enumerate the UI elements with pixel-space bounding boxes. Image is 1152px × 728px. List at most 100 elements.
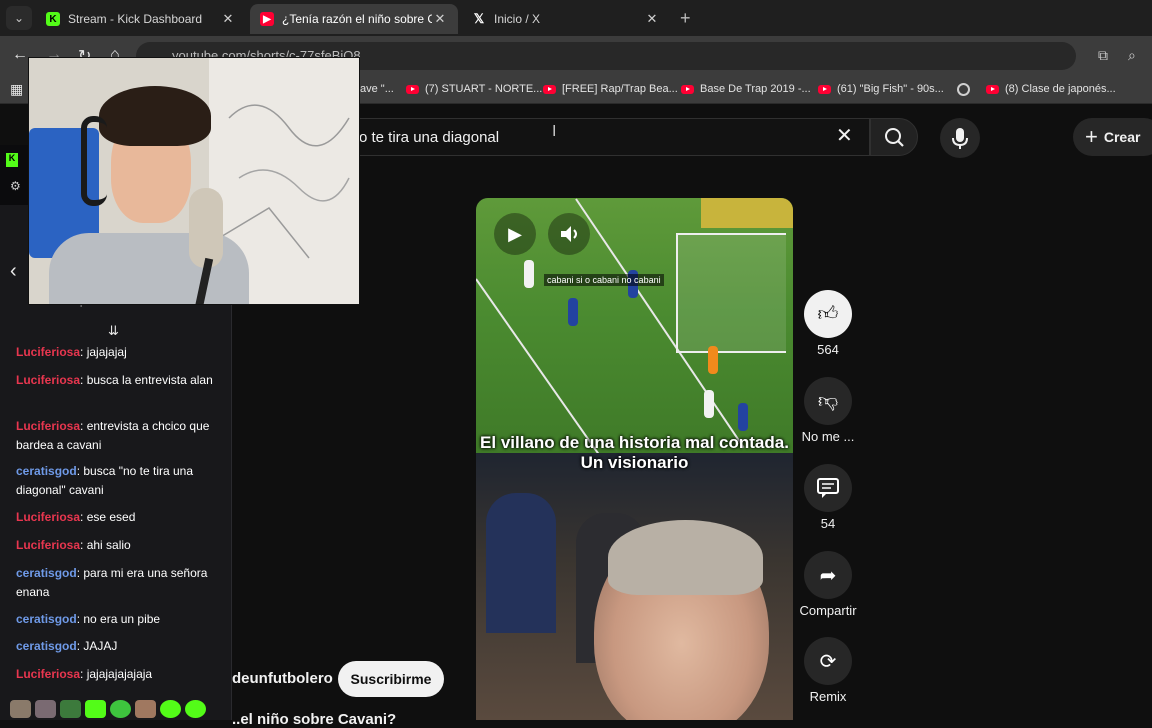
goalkeeper-figure — [708, 346, 718, 374]
youtube-icon: ▶ — [260, 12, 274, 26]
dislike-button[interactable]: 👎︎ — [804, 377, 852, 425]
bookmark-label: (61) "Big Fish" - 90s... — [837, 83, 944, 95]
create-button[interactable]: + Crear — [1073, 118, 1152, 156]
tab-youtube-short[interactable]: ▶ ¿Tenía razón el niño sobre Cavani ✕ — [250, 4, 458, 34]
emote-icon[interactable] — [10, 700, 31, 718]
youtube-icon — [986, 84, 999, 94]
chat-username[interactable]: ceratisgod — [16, 464, 77, 478]
tab-search-menu[interactable]: ⌄ — [6, 6, 32, 30]
bookmark-item[interactable]: (8) Clase de japonés... — [986, 83, 1116, 95]
subscribe-label: Suscribirme — [350, 671, 432, 687]
kick-icon: K — [6, 153, 18, 167]
channel-name[interactable]: deunfutbolero — [232, 670, 333, 687]
player-figure — [524, 260, 534, 288]
video-overlay-caption: cabani si o cabani no cabani — [544, 274, 664, 286]
voice-search-button[interactable] — [940, 118, 980, 158]
settings-sliders-icon[interactable]: ⚙ — [10, 179, 21, 193]
comment-icon — [817, 478, 839, 498]
chat-username[interactable]: Luciferiosa — [16, 345, 80, 359]
search-button[interactable] — [870, 118, 918, 156]
emote-icon[interactable] — [110, 700, 131, 718]
comments-action: 54 — [804, 464, 852, 531]
emote-icon[interactable] — [60, 700, 81, 718]
chat-message: ceratisgod: para mi era una señora enana — [16, 566, 208, 599]
back-arrow-icon[interactable]: ← — [12, 46, 28, 64]
search-input[interactable]: o te tira una diagonal — [300, 118, 870, 156]
chat-username[interactable]: Luciferiosa — [16, 667, 80, 681]
subscribe-button[interactable]: Suscribirme — [338, 661, 444, 697]
scroll-to-bottom-icon[interactable]: ⇊ — [108, 323, 119, 339]
dislike-action: 👎︎ No me ... — [802, 377, 854, 444]
kid-hair — [608, 520, 763, 595]
share-button[interactable]: ➦ — [804, 551, 852, 599]
apps-grid-icon[interactable]: ▦ — [10, 81, 23, 98]
chat-message: ceratisgod: JAJAJ — [16, 639, 118, 653]
share-label: Compartir — [799, 603, 857, 618]
remix-action: ⟳ Remix — [804, 637, 852, 704]
emote-icon[interactable] — [135, 700, 156, 718]
chat-message: Luciferiosa: entrevista a chcico que bar… — [16, 419, 210, 452]
chat-username[interactable]: ceratisgod — [16, 639, 77, 653]
play-icon: ▶ — [508, 223, 522, 244]
chat-message: ceratisgod: no era un pibe — [16, 612, 161, 626]
tab-x-home[interactable]: 𝕏 Inicio / X ✕ — [462, 4, 670, 34]
bookmark-label: ave "... — [360, 83, 394, 95]
bookmark-item[interactable] — [957, 83, 976, 96]
volume-button[interactable] — [548, 213, 590, 255]
comments-button[interactable] — [804, 464, 852, 512]
play-button[interactable]: ▶ — [494, 213, 536, 255]
short-video-player[interactable]: cabani si o cabani no cabani El villano … — [476, 198, 793, 720]
emote-icon[interactable] — [85, 700, 106, 718]
chat-username[interactable]: Luciferiosa — [16, 419, 80, 433]
like-count: 564 — [817, 342, 839, 357]
streamer-hair — [99, 86, 211, 146]
remix-label: Remix — [809, 689, 847, 704]
zoom-icon[interactable]: ⌕ — [1128, 47, 1136, 64]
bookmark-item[interactable]: [FREE] Rap/Trap Bea... — [543, 83, 678, 95]
install-app-icon[interactable]: ⧉ — [1098, 47, 1108, 64]
thumbs-up-icon: 👍︎ — [817, 303, 839, 325]
chat-message: Luciferiosa: jajajajaj — [16, 345, 127, 359]
chat-username[interactable]: Luciferiosa — [16, 373, 80, 387]
bookmark-item[interactable]: ave "... — [360, 83, 394, 95]
emote-icon[interactable] — [160, 700, 181, 718]
remix-button[interactable]: ⟳ — [804, 637, 852, 685]
bookmark-item[interactable]: Base De Trap 2019 -... — [681, 83, 811, 95]
thumbs-down-icon: 👎︎ — [817, 390, 839, 412]
chat-message: Luciferiosa: ahi salio — [16, 538, 131, 552]
new-tab-button[interactable]: + — [680, 8, 691, 29]
close-icon[interactable]: ✕ — [644, 11, 660, 27]
bookmark-item[interactable]: (7) STUART - NORTE... — [406, 83, 542, 95]
youtube-icon — [681, 84, 694, 94]
chat-text: busca la entrevista alan — [86, 373, 213, 387]
remix-icon: ⟳ — [819, 650, 837, 673]
headphones-icon — [81, 116, 107, 206]
search-icon — [885, 128, 904, 147]
tab-title: Stream - Kick Dashboard — [68, 12, 203, 26]
browser-tab-strip: ⌄ K Stream - Kick Dashboard ✕ ▶ ¿Tenía r… — [0, 0, 1152, 36]
chat-text: jajajajajajaja — [86, 667, 153, 681]
close-icon[interactable]: ✕ — [220, 11, 236, 27]
close-icon[interactable]: ✕ — [432, 11, 448, 27]
emote-bar — [10, 700, 210, 718]
bookmark-label: (7) STUART - NORTE... — [425, 83, 543, 95]
bookmark-item[interactable]: (61) "Big Fish" - 90s... — [818, 83, 944, 95]
chat-username[interactable]: Luciferiosa — [16, 538, 80, 552]
tab-title: Inicio / X — [494, 12, 541, 26]
chevron-left-icon[interactable]: ‹ — [10, 260, 17, 283]
emote-icon[interactable] — [35, 700, 56, 718]
tab-kick-dashboard[interactable]: K Stream - Kick Dashboard ✕ — [36, 4, 246, 34]
clear-search-icon[interactable]: ✕ — [836, 123, 853, 148]
chat-text: ahi salio — [86, 538, 131, 552]
youtube-icon — [543, 84, 556, 94]
chat-username[interactable]: Luciferiosa — [16, 510, 80, 524]
bookmark-label: Base De Trap 2019 -... — [700, 83, 811, 95]
like-button[interactable]: 👍︎ — [804, 290, 852, 338]
chat-username[interactable]: ceratisgod — [16, 566, 77, 580]
emote-icon[interactable] — [185, 700, 206, 718]
volume-icon — [561, 226, 577, 242]
chat-message: Luciferiosa: busca la entrevista alan — [16, 373, 213, 387]
text-cursor-icon: I — [552, 123, 557, 140]
player-figure — [568, 298, 578, 326]
chat-username[interactable]: ceratisgod — [16, 612, 77, 626]
